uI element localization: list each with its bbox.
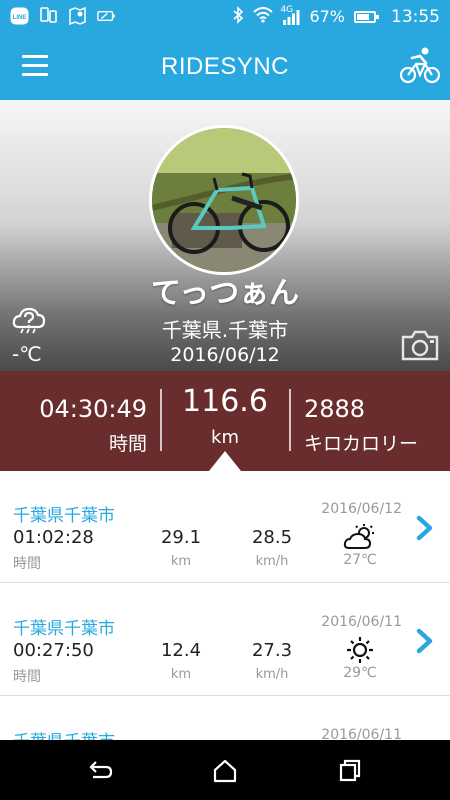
navigation-bar [0, 740, 450, 800]
profile-photo[interactable] [149, 125, 299, 275]
clock: 13:55 [391, 6, 440, 27]
ride-date: 2016/06/11 [321, 727, 402, 740]
status-bar: LINE 4G 67% 13:55 [0, 0, 450, 33]
ride-temperature: 29℃ [343, 665, 377, 681]
svg-text:LINE: LINE [13, 15, 27, 21]
network-type-label: 4G [280, 4, 294, 15]
ride-date: 2016/06/11 [321, 614, 402, 630]
cycling-icon[interactable] [398, 43, 442, 87]
summary-pointer [209, 451, 241, 471]
ride-duration: 00:27:50 [13, 640, 94, 661]
bluetooth-icon [232, 5, 244, 28]
camera-icon[interactable] [400, 328, 440, 362]
profile-location: 千葉県.千葉市 [161, 318, 289, 342]
ride-date: 2016/06/12 [321, 501, 402, 517]
app-bar: RIDESYNC [0, 33, 450, 100]
profile-date: 2016/06/12 [170, 344, 280, 366]
list-item[interactable]: 千葉県千葉市 2016/06/11 [0, 697, 450, 740]
wifi-icon [253, 6, 274, 27]
ride-distance-unit: km [170, 667, 192, 682]
map-icon [68, 7, 87, 25]
ride-distance: 29.1 [160, 527, 202, 548]
chevron-right-icon[interactable] [414, 628, 436, 654]
ride-speed: 27.3 [251, 640, 293, 661]
ride-duration-label: 時間 [13, 556, 41, 572]
profile-header: てっつぁん -℃ 千葉県.千葉市 2016/06/12 [0, 100, 450, 371]
ride-distance: 12.4 [160, 640, 202, 661]
calories-label: キロカロリー [304, 433, 419, 455]
line-icon: LINE [10, 7, 29, 25]
user-name: てっつぁん [150, 276, 300, 311]
partly-cloudy-icon [343, 523, 377, 551]
total-calories: 2888 [304, 395, 366, 423]
ride-speed-unit: km/h [255, 667, 289, 682]
chevron-right-icon[interactable] [414, 515, 436, 541]
ride-speed: 28.5 [251, 527, 293, 548]
divider [289, 389, 291, 451]
battery-percent: 67% [309, 7, 345, 26]
total-duration: 04:30:49 [39, 395, 147, 423]
duration-label: 時間 [108, 433, 147, 455]
phone-sync-icon [39, 7, 58, 25]
list-item[interactable]: 千葉県千葉市 2016/06/11 00:27:50 時間 12.4 km 27… [0, 584, 450, 696]
distance-unit: km [211, 427, 239, 448]
ride-location: 千葉県千葉市 [13, 727, 115, 740]
ride-list[interactable]: 千葉県千葉市 2016/06/12 01:02:28 時間 29.1 km 28… [0, 471, 450, 740]
ride-temperature: 27℃ [343, 552, 377, 568]
list-item[interactable]: 千葉県千葉市 2016/06/12 01:02:28 時間 29.1 km 28… [0, 471, 450, 583]
ride-location: 千葉県千葉市 [13, 619, 115, 639]
total-distance: 116.6 [182, 384, 268, 419]
battery-saver-icon [97, 7, 116, 25]
sunny-icon [343, 636, 377, 664]
ride-duration: 01:02:28 [13, 527, 94, 548]
back-icon[interactable] [87, 758, 113, 784]
ride-speed-unit: km/h [255, 554, 289, 569]
notification-icons: LINE [10, 7, 116, 25]
ride-location: 千葉県千葉市 [13, 506, 115, 526]
home-icon[interactable] [212, 758, 238, 784]
recents-icon[interactable] [337, 758, 363, 784]
system-indicators: 4G 67% 13:55 [232, 0, 440, 33]
signal-icon: 4G [280, 5, 300, 25]
ride-distance-unit: km [170, 554, 192, 569]
app-title: RIDESYNC [160, 53, 290, 80]
battery-icon [354, 10, 379, 23]
ride-duration-label: 時間 [13, 669, 41, 685]
